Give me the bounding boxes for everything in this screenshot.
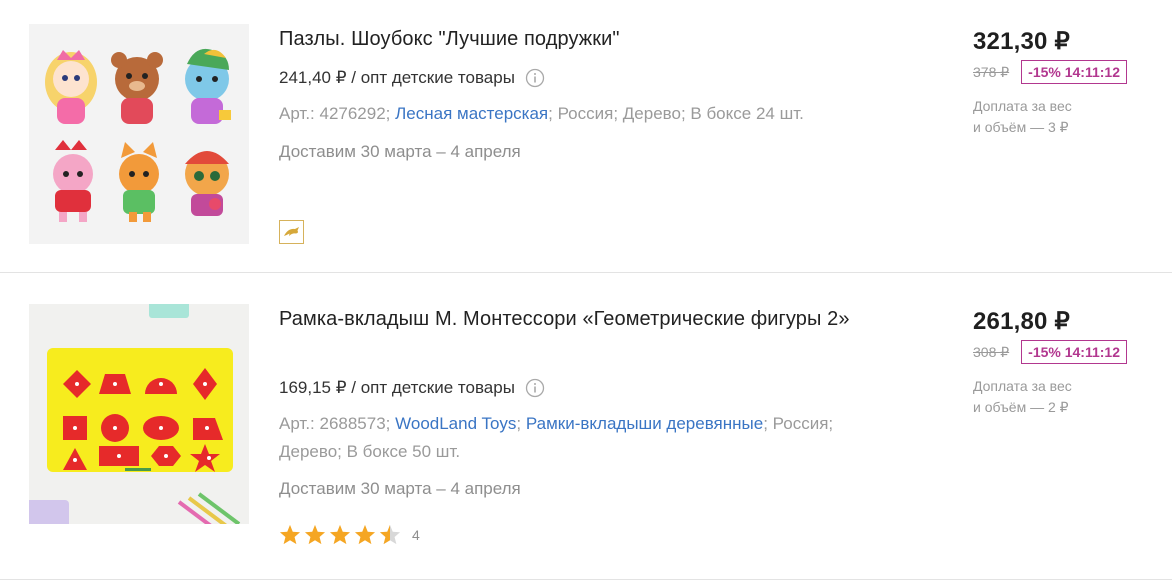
product-meta: Арт.: 2688573; WoodLand Toys; Рамки-вкла… <box>279 410 879 466</box>
product-title[interactable]: Рамка-вкладыш М. Монтессори «Геометричес… <box>279 304 889 334</box>
dolphin-badge[interactable] <box>279 220 304 244</box>
old-price-row: 308 ₽ -15% 14:11:12 <box>973 340 1127 364</box>
wholesale-price: 241,40 ₽ / опт детские товары <box>279 66 545 90</box>
surcharge-line: Доплата за вес <box>973 378 1072 394</box>
surcharge-line: и объём — 2 ₽ <box>973 399 1069 415</box>
star-icon <box>304 524 326 545</box>
product-card: Рамка-вкладыш М. Монтессори «Геометричес… <box>0 274 1172 580</box>
article-info: Арт.: 2688573; <box>279 414 396 433</box>
discount-timer-badge: -15% 14:11:12 <box>1021 60 1127 84</box>
delivery-date: Доставим 30 марта – 4 апреля <box>279 479 521 498</box>
product-image[interactable] <box>29 304 249 524</box>
product-image[interactable] <box>29 24 249 244</box>
current-price: 321,30 ₽ <box>973 28 1070 55</box>
star-icon <box>329 524 351 545</box>
delivery-date: Доставим 30 марта – 4 апреля <box>279 142 521 161</box>
wholesale-price-text: 241,40 ₽ / опт детские товары <box>279 68 515 87</box>
surcharge-note: Доплата за вес и объём — 3 ₽ <box>973 96 1123 138</box>
old-price: 308 ₽ <box>973 343 1010 360</box>
wholesale-price-text: 169,15 ₽ / опт детские товары <box>279 378 515 397</box>
surcharge-line: и объём — 3 ₽ <box>973 119 1069 135</box>
brand-link[interactable]: WoodLand Toys <box>395 414 516 433</box>
info-icon[interactable] <box>525 68 545 88</box>
half-star-icon <box>379 524 401 545</box>
product-meta: Арт.: 4276292; Лесная мастерская; Россия… <box>279 100 879 128</box>
product-title[interactable]: Пазлы. Шоубокс "Лучшие подружки" <box>279 24 889 54</box>
surcharge-line: Доплата за вес <box>973 98 1072 114</box>
rating-count[interactable]: 4 <box>412 527 420 543</box>
old-price: 378 ₽ <box>973 63 1010 80</box>
category-link[interactable]: Рамки-вкладыши деревянные <box>526 414 763 433</box>
discount-timer-badge: -15% 14:11:12 <box>1021 340 1127 364</box>
star-icon <box>279 524 301 545</box>
meta-details: ; Россия; Дерево; В боксе 24 шт. <box>548 104 804 123</box>
article-info: Арт.: 4276292; <box>279 104 396 123</box>
star-icon <box>354 524 376 545</box>
rating-stars[interactable]: 4 <box>279 524 420 545</box>
current-price: 261,80 ₽ <box>973 308 1070 335</box>
dolphin-icon <box>283 227 299 236</box>
old-price-row: 378 ₽ -15% 14:11:12 <box>973 60 1127 84</box>
surcharge-note: Доплата за вес и объём — 2 ₽ <box>973 376 1123 418</box>
brand-link[interactable]: Лесная мастерская <box>395 104 548 123</box>
wholesale-price: 169,15 ₽ / опт детские товары <box>279 376 545 400</box>
info-icon[interactable] <box>525 378 545 398</box>
meta-separator: ; <box>516 414 526 433</box>
product-card: Пазлы. Шоубокс "Лучшие подружки" 241,40 … <box>0 0 1172 273</box>
